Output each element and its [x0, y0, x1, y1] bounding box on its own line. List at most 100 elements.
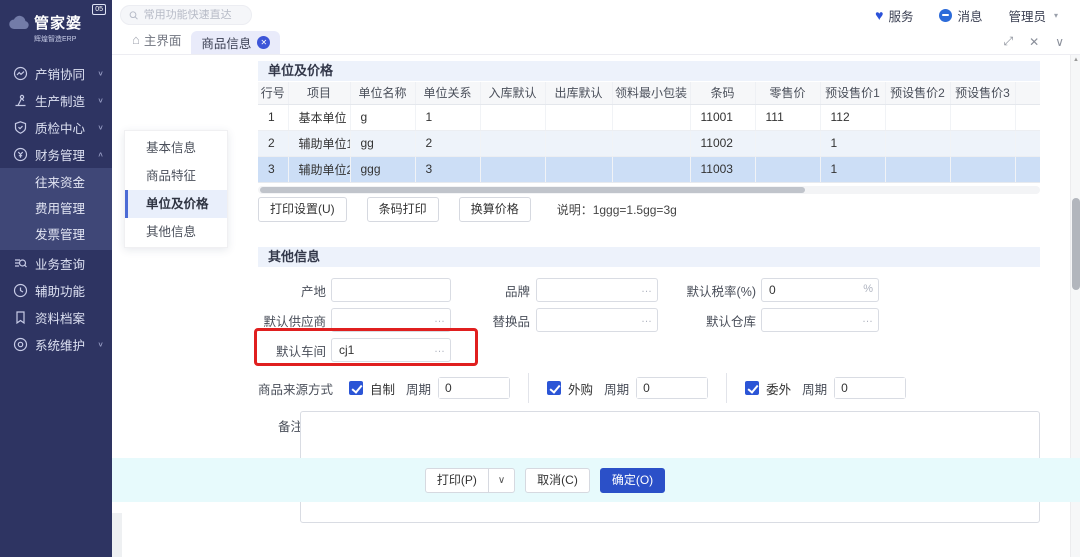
close-icon[interactable]: ✕ — [1029, 35, 1039, 49]
sidebar-item-finance[interactable]: 财务管理 ∧ — [0, 141, 112, 168]
table-header-partial — [1015, 82, 1040, 105]
sidebar-item-expense-management[interactable]: 费用管理 — [0, 196, 112, 222]
supplier-input[interactable] — [332, 309, 450, 331]
section-title-units: 单位及价格 — [258, 61, 1040, 81]
warehouse-input[interactable] — [762, 309, 878, 331]
sidebar-item-production-sales[interactable]: 产销协同 ∨ — [0, 60, 112, 87]
workshop-field: … — [331, 338, 451, 362]
cycle-input-subcontract[interactable] — [835, 378, 906, 398]
tab-product-info[interactable]: 商品信息 ✕ — [191, 31, 281, 54]
workshop-input[interactable] — [332, 339, 450, 361]
cycle-input-purchased[interactable] — [637, 378, 708, 398]
print-dropdown-icon[interactable]: ∨ — [488, 467, 516, 493]
sidebar-submenu-finance: 往来资金 费用管理 发票管理 — [0, 168, 112, 250]
substitute-field: … — [536, 308, 658, 332]
message-icon — [939, 8, 953, 22]
heart-icon: ♥ — [875, 7, 884, 23]
sidebar-item-archives[interactable]: 资料档案 — [0, 304, 112, 331]
sidebar-item-current-funds[interactable]: 往来资金 — [0, 170, 112, 196]
search-input[interactable] — [143, 9, 243, 21]
search-icon — [129, 10, 138, 20]
substitute-input[interactable] — [537, 309, 657, 331]
trend-icon — [12, 66, 28, 82]
chevron-down-icon: ∨ — [97, 340, 104, 349]
chevron-down-icon: ∨ — [97, 96, 104, 105]
user-menu[interactable]: 管理员 ▾ — [1008, 6, 1058, 25]
section-title-other: 其他信息 — [258, 247, 1040, 267]
dropdown-caret-icon: ▾ — [1053, 10, 1058, 20]
scrollbar-thumb[interactable] — [1072, 198, 1080, 290]
app-window: 管家婆 辉煌智造ERP 05 产销协同 ∨ 生产制造 ∨ 质检中心 ∨ 财务管理… — [0, 0, 1080, 557]
scrollbar-thumb[interactable] — [260, 187, 805, 193]
tab-home[interactable]: ⌂ 主界面 — [112, 30, 191, 54]
sidebar-item-auxiliary[interactable]: 辅助功能 — [0, 277, 112, 304]
target-icon — [12, 337, 28, 353]
sidebar-item-system-maintenance[interactable]: 系统维护 ∨ — [0, 331, 112, 358]
brand-name: 管家婆 — [34, 15, 83, 32]
sidebar-item-quality-center[interactable]: 质检中心 ∨ — [0, 114, 112, 141]
robot-arm-icon — [12, 93, 28, 109]
cycle-input-self-made[interactable] — [439, 378, 510, 398]
scroll-up-icon[interactable]: ▲ — [1072, 57, 1080, 63]
brand-input[interactable] — [537, 279, 657, 301]
cloud-logo-icon — [9, 15, 29, 29]
left-gutter — [112, 513, 122, 557]
table-row-selected[interactable]: 3 辅助单位2 ggg 3 11003 1 — [258, 156, 1040, 182]
service-link[interactable]: ♥ 服务 — [875, 6, 913, 25]
table-row[interactable]: 1 基本单位 g 1 11001 111 112 — [258, 104, 1040, 131]
warehouse-field: … — [761, 308, 879, 332]
chevron-down-icon: ∨ — [97, 69, 104, 78]
user-name: 管理员 — [1008, 9, 1046, 24]
checkbox-self-made[interactable] — [349, 381, 364, 395]
sidebar-item-invoice-management[interactable]: 发票管理 — [0, 222, 112, 248]
maximize-icon[interactable]: ⤢ — [1004, 34, 1014, 49]
ok-button[interactable]: 确定(O) — [599, 467, 666, 493]
topbar: ♥ 服务 消息 管理员 ▾ — [112, 0, 1080, 30]
chevron-up-icon: ∧ — [97, 150, 104, 159]
checkbox-subcontract[interactable] — [745, 381, 760, 395]
shield-icon — [12, 120, 28, 136]
quick-search[interactable] — [120, 5, 252, 25]
print-setup-button[interactable]: 打印设置(U) — [258, 197, 347, 222]
workshop-label: 默认车间 — [275, 344, 326, 359]
units-table: 行号 项目 单位名称 单位关系 入库默认 出库默认 领料最小包装 条码 零售价 … — [258, 82, 1040, 183]
sidebar-item-business-query[interactable]: 业务查询 — [0, 250, 112, 277]
warehouse-label: 默认仓库 — [705, 314, 756, 329]
brand-subtitle: 辉煌智造ERP — [34, 36, 77, 43]
table-horizontal-scrollbar[interactable] — [258, 186, 1040, 194]
origin-label: 产地 — [300, 284, 326, 299]
search-list-icon — [12, 256, 28, 272]
brand-label: 品牌 — [504, 284, 530, 299]
source-option-subcontract: 委外 周期 — [745, 377, 907, 399]
supplier-field: … — [331, 308, 451, 332]
brand-badge: 05 — [92, 4, 106, 15]
coin-icon — [12, 147, 28, 163]
subnav-item-other-info[interactable]: 其他信息 — [125, 218, 227, 246]
tab-close-icon[interactable]: ✕ — [257, 36, 271, 49]
origin-input[interactable] — [332, 279, 450, 301]
tax-rate-input[interactable] — [762, 279, 878, 301]
checkbox-purchased[interactable] — [547, 381, 562, 395]
subnav-item-basic-info[interactable]: 基本信息 — [125, 134, 227, 162]
tax-rate-field: % — [761, 278, 879, 302]
cancel-button[interactable]: 取消(C) — [525, 467, 590, 493]
print-button[interactable]: 打印(P) — [424, 467, 489, 493]
tabbar: ⌂ 主界面 商品信息 ✕ ⤢ ✕ ∨ — [112, 30, 1080, 55]
supplier-label: 默认供应商 — [263, 314, 326, 329]
subnav-item-product-features[interactable]: 商品特征 — [125, 162, 227, 190]
source-mode-label: 商品来源方式 — [258, 382, 334, 397]
table-row[interactable]: 2 辅助单位1 gg 2 11002 1 — [258, 130, 1040, 157]
convert-price-button[interactable]: 换算价格 — [458, 197, 531, 222]
message-link[interactable]: 消息 — [939, 6, 982, 25]
table-header-row: 行号 项目 单位名称 单位关系 入库默认 出库默认 领料最小包装 条码 零售价 … — [258, 82, 1040, 105]
sidebar-item-manufacturing[interactable]: 生产制造 ∨ — [0, 87, 112, 114]
barcode-print-button[interactable]: 条码打印 — [366, 197, 439, 222]
divider — [726, 373, 728, 403]
home-icon: ⌂ — [132, 32, 140, 47]
subnav-item-unit-price[interactable]: 单位及价格 — [125, 190, 227, 218]
brand-field: … — [536, 278, 658, 302]
collapse-icon[interactable]: ∨ — [1055, 35, 1064, 49]
conversion-note: 说明：1ggg=1.5gg=3g — [556, 203, 677, 217]
source-option-self-made: 自制 周期 — [349, 377, 511, 399]
chevron-down-icon: ∨ — [97, 123, 104, 132]
